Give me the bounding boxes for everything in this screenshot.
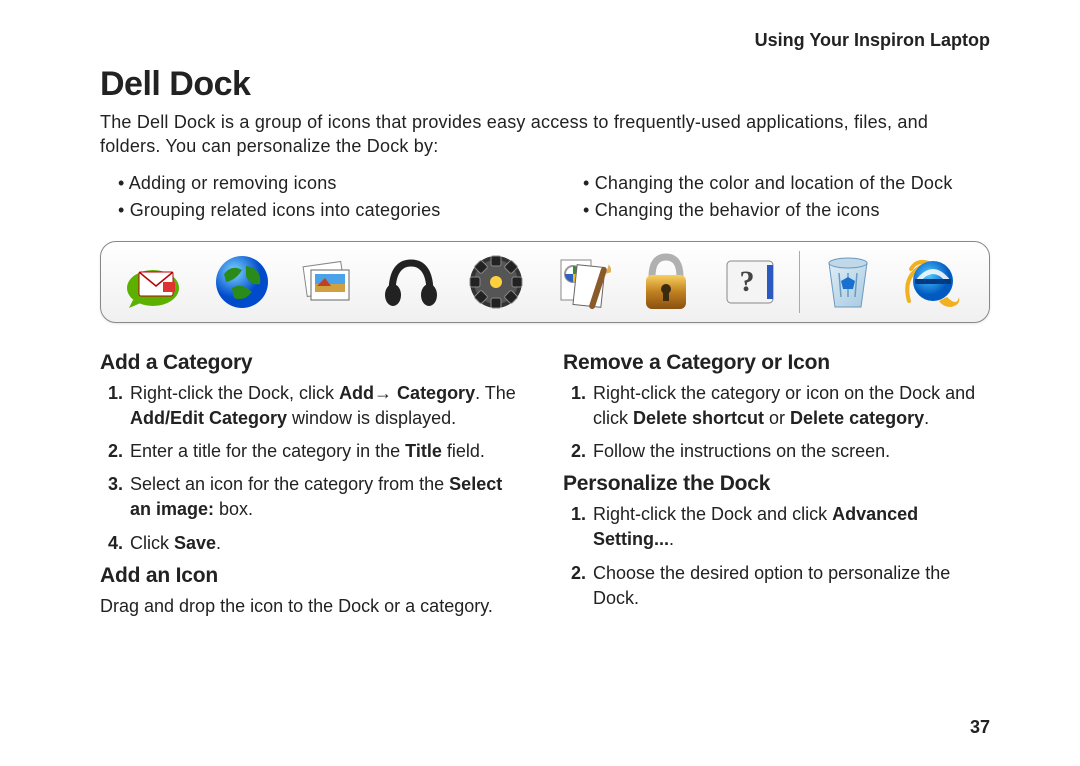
pictures-icon [284,246,369,318]
recycle-bin-icon [806,246,891,318]
bullet-col-right: Changing the color and location of the D… [565,167,990,227]
add-icon-text: Drag and drop the icon to the Dock or a … [100,594,527,619]
content-columns: Add a Category Right-click the Dock, cli… [100,343,990,623]
running-header: Using Your Inspiron Laptop [100,30,990,51]
left-column: Add a Category Right-click the Dock, cli… [100,343,527,623]
right-column: Remove a Category or Icon Right-click th… [563,343,990,623]
add-icon-heading: Add an Icon [100,564,527,588]
bullet-item: Changing the color and location of the D… [583,173,990,194]
svg-text:?: ? [740,265,755,298]
remove-category-steps: Right-click the category or icon on the … [563,381,990,465]
personalize-dock-steps: Right-click the Dock and click Advanced … [563,502,990,611]
headphones-icon [369,246,454,318]
documents-icon [539,246,624,318]
step-item: Click Save. [128,531,527,556]
bullet-item: Changing the behavior of the icons [583,200,990,221]
security-lock-icon [623,246,708,318]
step-item: Right-click the Dock, click Add→ Categor… [128,381,527,431]
manual-page: Using Your Inspiron Laptop Dell Dock The… [0,0,1080,766]
globe-icon [200,246,285,318]
bullet-item: Grouping related icons into categories [118,200,525,221]
help-icon: ? [708,246,793,318]
bullet-columns: Adding or removing icons Grouping relate… [100,167,990,227]
page-title: Dell Dock [100,65,990,104]
add-category-steps: Right-click the Dock, click Add→ Categor… [100,381,527,556]
bullet-item: Adding or removing icons [118,173,525,194]
add-category-heading: Add a Category [100,351,527,375]
dell-dock-bar: ? [100,241,990,323]
internet-explorer-icon [890,246,975,318]
step-item: Enter a title for the category in the Ti… [128,439,527,464]
personalize-dock-heading: Personalize the Dock [563,472,990,496]
step-item: Choose the desired option to personalize… [591,561,990,611]
step-item: Follow the instructions on the screen. [591,439,990,464]
mail-icon [115,246,200,318]
media-icon [454,246,539,318]
intro-paragraph: The Dell Dock is a group of icons that p… [100,110,990,159]
page-number: 37 [970,717,990,738]
step-item: Select an icon for the category from the… [128,472,527,522]
step-item: Right-click the Dock and click Advanced … [591,502,990,552]
step-item: Right-click the category or icon on the … [591,381,990,431]
dock-separator [799,251,800,313]
bullet-col-left: Adding or removing icons Grouping relate… [100,167,525,227]
remove-category-heading: Remove a Category or Icon [563,351,990,375]
